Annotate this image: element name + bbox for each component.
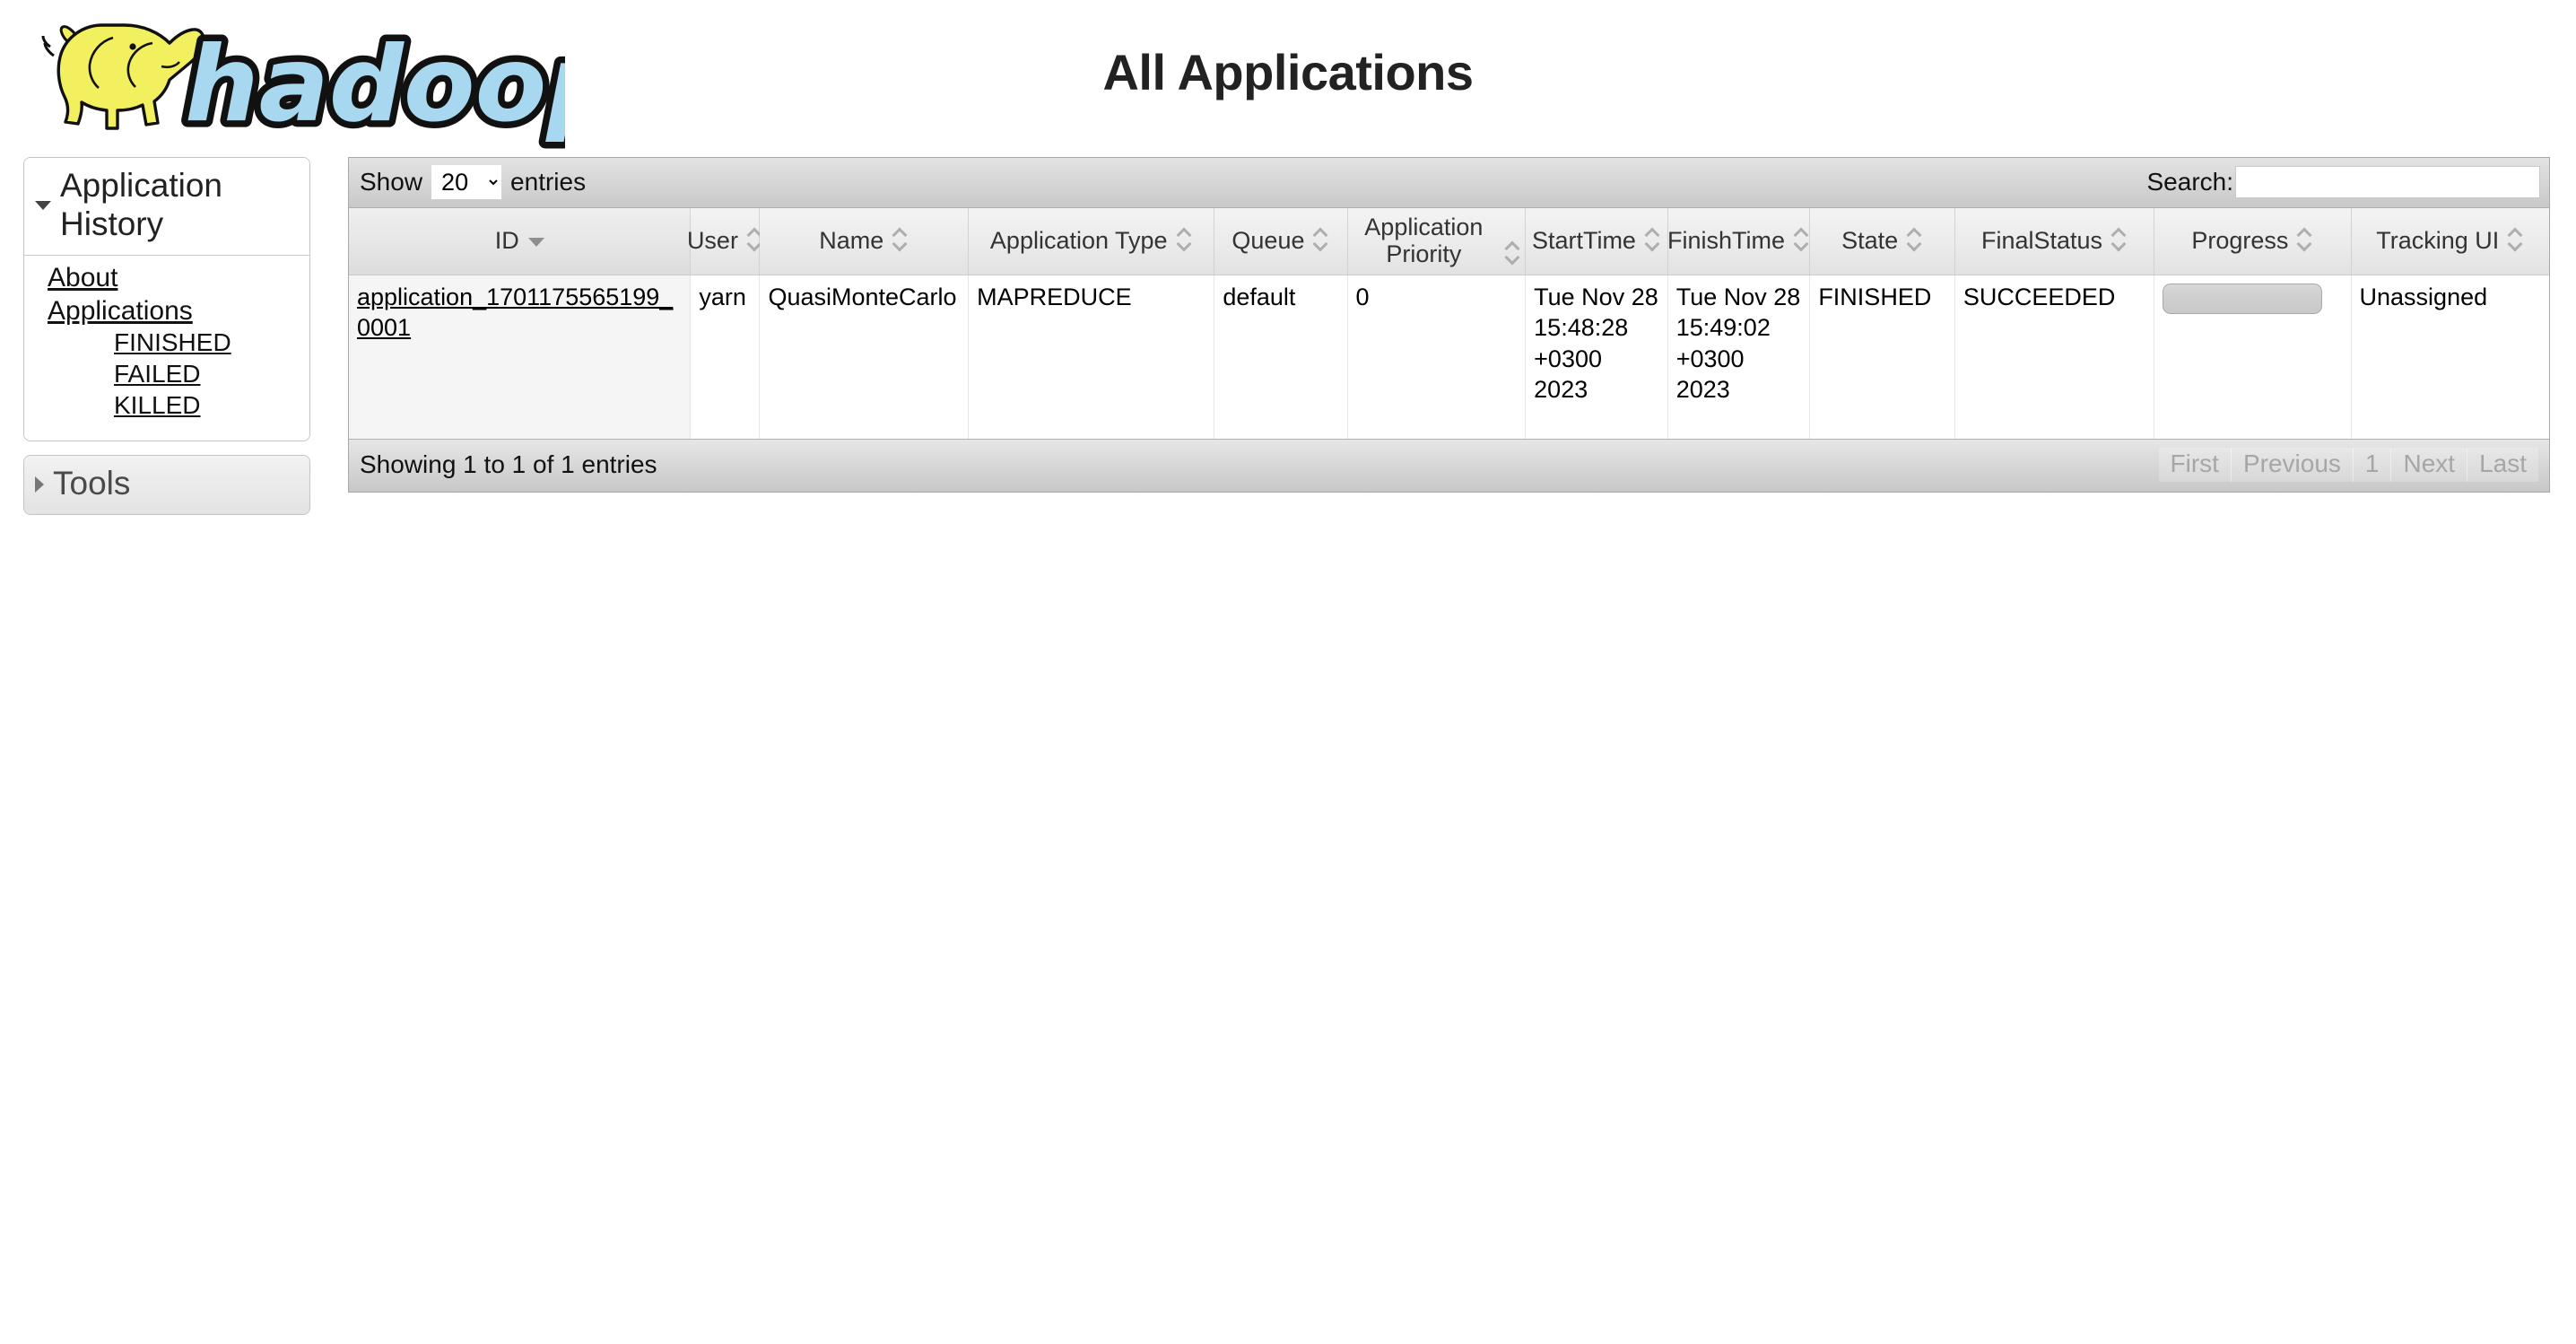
column-header-finalstatus[interactable]: FinalStatus (1954, 208, 2155, 276)
column-header-label: FinishTime (1667, 226, 1786, 254)
column-header-application-type[interactable]: Application Type (968, 208, 1215, 276)
page-header: hadoop hadoop All Applications (0, 0, 2576, 157)
applications-datatable: Show 20406080100 entries Search: IDU (348, 157, 2550, 493)
column-header-label: Progress (2191, 226, 2289, 254)
cell-finish-time: Tue Nov 28 15:49:02 +0300 2023 (1667, 275, 1811, 439)
column-header-label: User (686, 226, 738, 254)
sidebar-section-body: About Applications FINISHED FAILED KILLE… (24, 255, 309, 441)
datatable-footer: Showing 1 to 1 of 1 entries First Previou… (349, 438, 2549, 492)
triangle-right-icon (35, 476, 44, 493)
cell-start-time: Tue Nov 28 15:48:28 +0300 2023 (1525, 275, 1668, 439)
sidebar-item-killed[interactable]: KILLED (24, 390, 309, 422)
sidebar-section-title-tools: Tools (53, 465, 131, 502)
table-body: application_1701175565199_0001 yarn QuasiM… (349, 275, 2549, 439)
pagination-first: First (2158, 447, 2232, 482)
page-length-select[interactable]: 20406080100 (431, 165, 502, 199)
table-header-row: ID User Name Application Type Queue Applicati… (349, 208, 2549, 276)
sidebar-section-tools: Tools (23, 455, 310, 516)
cell-progress (2154, 275, 2352, 439)
sidebar-section-header-application-history[interactable]: Application History (24, 158, 309, 256)
application-id-link[interactable]: application_1701175565199_0001 (357, 284, 673, 341)
sort-neutral-icon (1177, 227, 1193, 254)
cell-application-type: MAPREDUCE (968, 275, 1215, 439)
search-label: Search: (2146, 168, 2234, 196)
sidebar-section-title: Application History (60, 167, 223, 242)
column-header-label: StartTime (1531, 226, 1636, 254)
main-content: Show 20406080100 entries Search: IDU (348, 157, 2550, 493)
column-header-name[interactable]: Name (759, 208, 970, 276)
sidebar-item-about[interactable]: About (24, 261, 309, 294)
pagination-last: Last (2467, 447, 2538, 482)
cell-name: QuasiMonteCarlo (759, 275, 970, 439)
sort-neutral-icon (1907, 227, 1923, 254)
sort-neutral-icon (1794, 227, 1810, 254)
cell-final-status: SUCCEEDED (1954, 275, 2155, 439)
table-row: application_1701175565199_0001 yarn QuasiM… (349, 275, 2549, 439)
show-label: Show (360, 168, 423, 196)
page-length-control: Show 20406080100 entries (360, 165, 586, 199)
triangle-down-icon (35, 200, 51, 210)
column-header-label: Name (819, 226, 884, 254)
progress-bar (2163, 284, 2323, 315)
cell-user: yarn (690, 275, 761, 439)
sort-neutral-icon (2508, 227, 2524, 254)
datatable-toolbar: Show 20406080100 entries Search: (349, 158, 2549, 208)
pagination-1: 1 (2353, 447, 2392, 482)
sidebar-section-header-tools[interactable]: Tools (24, 456, 309, 515)
column-header-label: Queue (1231, 226, 1305, 254)
column-header-label: ID (494, 226, 519, 254)
sort-neutral-icon (1645, 227, 1661, 254)
sidebar-item-failed[interactable]: FAILED (24, 359, 309, 390)
sidebar-item-applications[interactable]: Applications (24, 294, 309, 327)
cell-tracking-ui: Unassigned (2351, 275, 2549, 439)
sidebar: Application History About Applications F… (23, 157, 310, 516)
column-header-queue[interactable]: Queue (1214, 208, 1348, 276)
sidebar-item-finished[interactable]: FINISHED (24, 327, 309, 359)
column-header-label: Application Priority (1364, 214, 1484, 268)
search-control: Search: (2146, 166, 2540, 198)
column-header-starttime[interactable]: StartTime (1525, 208, 1668, 276)
pagination-previous: Previous (2231, 447, 2354, 482)
cell-id: application_1701175565199_0001 (349, 275, 692, 439)
cell-application-priority: 0 (1347, 275, 1527, 439)
column-header-id[interactable]: ID (349, 208, 692, 276)
sort-neutral-icon (2111, 227, 2128, 254)
sort-neutral-icon (1313, 227, 1329, 254)
entries-info: Showing 1 to 1 of 1 entries (360, 449, 657, 478)
applications-table: ID User Name Application Type Queue Applicati… (349, 208, 2549, 439)
sort-neutral-icon (2297, 227, 2313, 254)
column-header-label: Tracking UI (2376, 226, 2500, 254)
column-header-label: FinalStatus (1980, 226, 2103, 254)
entries-label: entries (510, 168, 587, 196)
column-header-finishtime[interactable]: FinishTime (1667, 208, 1811, 276)
column-header-tracking-ui[interactable]: Tracking UI (2351, 208, 2549, 276)
column-header-application-priority[interactable]: Application Priority (1347, 208, 1527, 276)
search-input[interactable] (2235, 166, 2540, 198)
sort-neutral-icon (1505, 240, 1521, 267)
sort-desc-icon (527, 237, 544, 247)
page-title: All Applications (1102, 44, 1474, 100)
cell-state: FINISHED (1809, 275, 1955, 439)
column-header-label: Application Type (989, 226, 1168, 254)
column-header-label: State (1841, 226, 1899, 254)
sort-neutral-icon (892, 227, 909, 254)
pagination-next: Next (2391, 447, 2468, 482)
column-header-progress[interactable]: Progress (2154, 208, 2352, 276)
column-header-state[interactable]: State (1809, 208, 1955, 276)
cell-queue: default (1214, 275, 1348, 439)
pagination: First Previous 1 Next Last (2158, 447, 2538, 482)
column-header-user[interactable]: User (687, 208, 761, 276)
sidebar-section-application-history: Application History About Applications F… (23, 157, 310, 442)
